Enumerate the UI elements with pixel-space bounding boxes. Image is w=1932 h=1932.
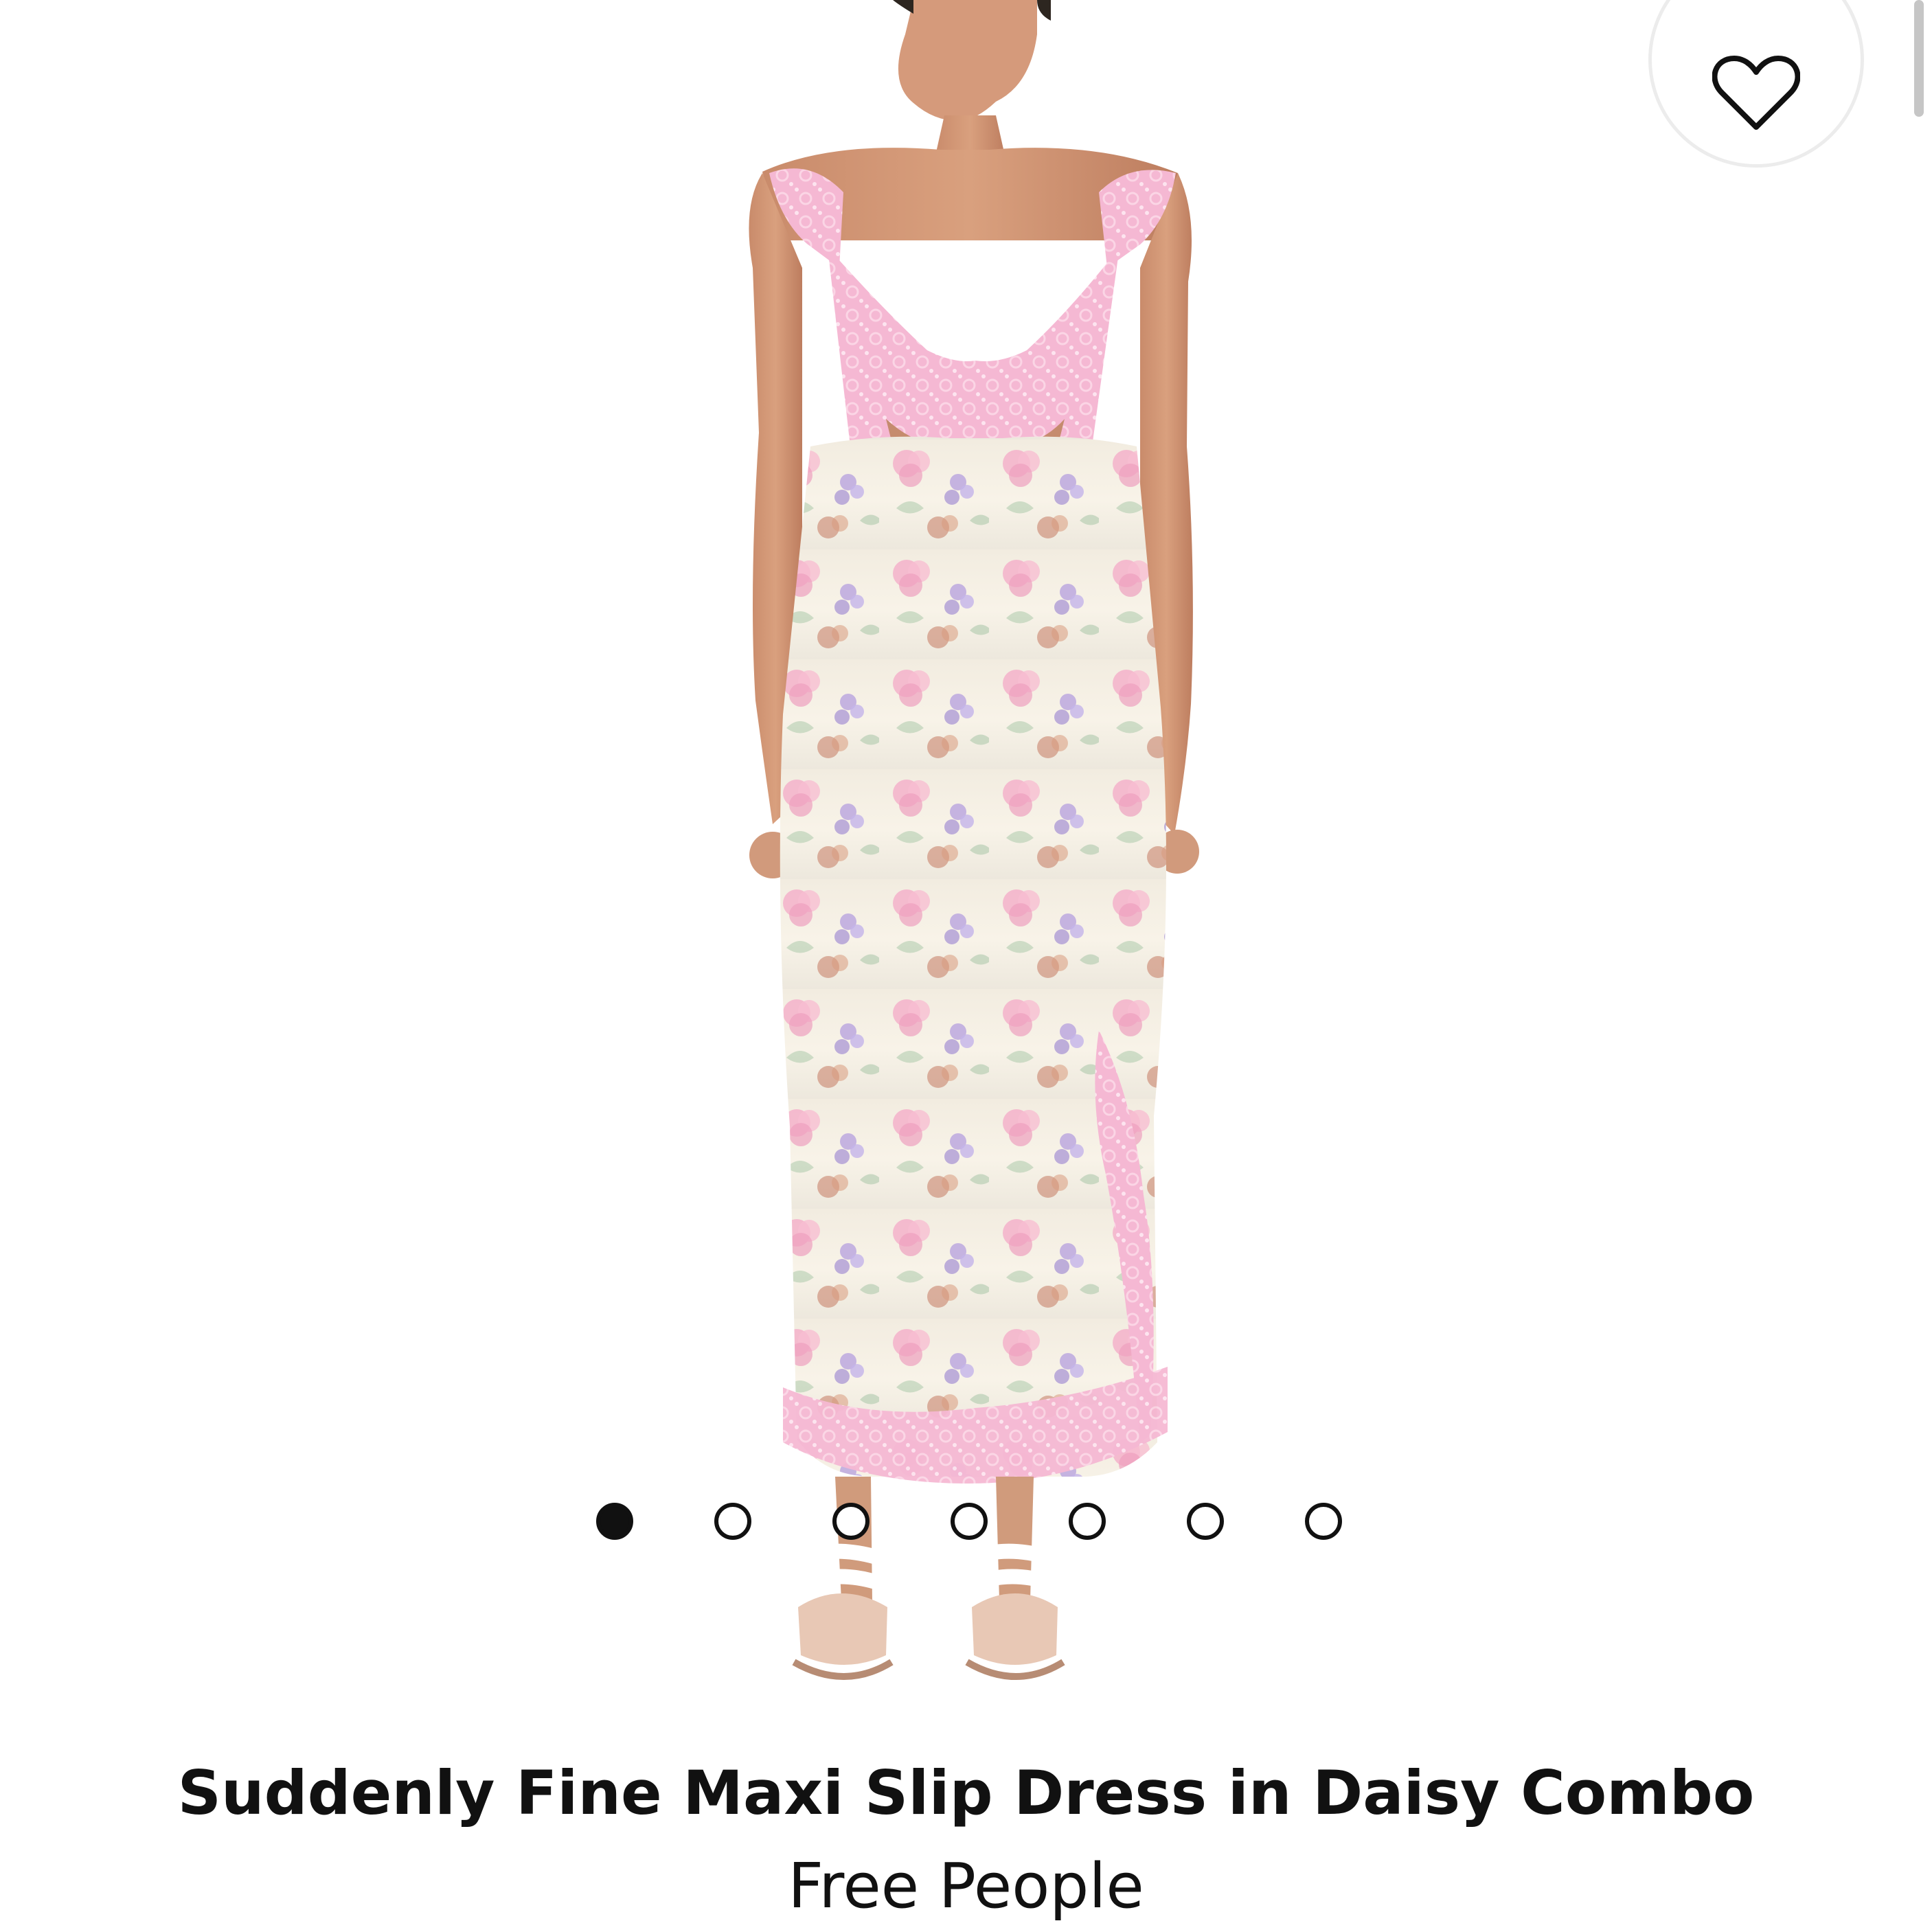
heart-outline-icon bbox=[1712, 56, 1800, 130]
carousel-dot-3[interactable] bbox=[832, 1503, 870, 1540]
carousel-dot-5[interactable] bbox=[1069, 1503, 1106, 1540]
product-brand[interactable]: Free People bbox=[0, 1854, 1932, 1920]
dress-model-image bbox=[0, 0, 1932, 1717]
carousel-dot-7[interactable] bbox=[1305, 1503, 1342, 1540]
image-carousel-pagination[interactable] bbox=[596, 1503, 1352, 1544]
product-image[interactable] bbox=[0, 0, 1932, 1717]
carousel-dot-6[interactable] bbox=[1187, 1503, 1224, 1540]
page-scrollbar[interactable] bbox=[1914, 0, 1924, 117]
carousel-dot-4[interactable] bbox=[951, 1503, 988, 1540]
carousel-dot-1[interactable] bbox=[596, 1503, 633, 1540]
product-page-screen: Suddenly Fine Maxi Slip Dress in Daisy C… bbox=[0, 0, 1932, 1932]
product-title: Suddenly Fine Maxi Slip Dress in Daisy C… bbox=[177, 1758, 1755, 1828]
carousel-dot-2[interactable] bbox=[714, 1503, 751, 1540]
